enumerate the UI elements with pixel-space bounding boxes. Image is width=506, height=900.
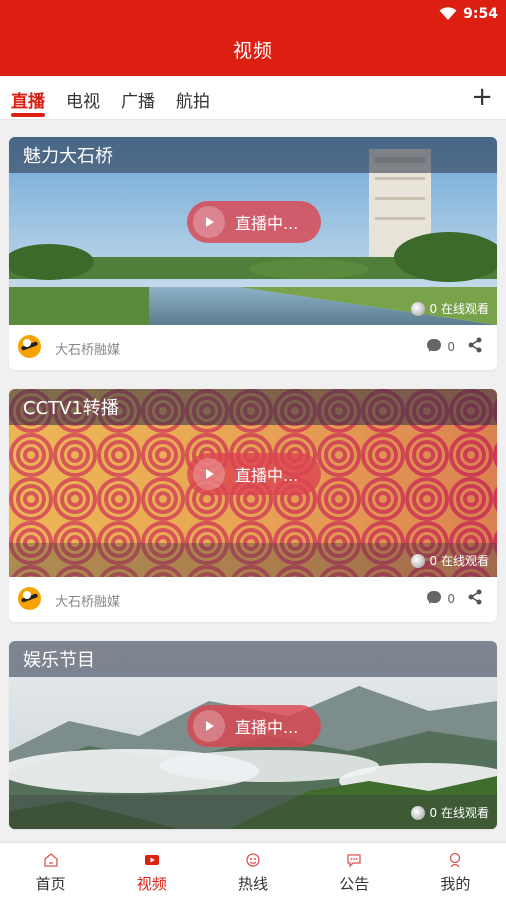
nav-hotline[interactable]: 热线 bbox=[202, 843, 303, 900]
card-footer: 大石桥融媒 0 bbox=[9, 325, 497, 370]
active-tab-indicator bbox=[11, 113, 45, 117]
viewer-count: 0 在线观看 bbox=[410, 804, 489, 821]
card-footer: 大石桥融媒 0 bbox=[9, 577, 497, 622]
viewer-count-text: 0 在线观看 bbox=[429, 806, 489, 820]
status-bar: 9:54 bbox=[439, 5, 498, 23]
category-tabs: 直播 电视 广播 航拍 + bbox=[0, 76, 506, 120]
tab-tv[interactable]: 电视 bbox=[66, 87, 100, 112]
viewers-icon bbox=[410, 301, 425, 316]
play-icon bbox=[193, 206, 225, 238]
viewer-count-text: 0 在线观看 bbox=[429, 554, 489, 568]
profile-icon bbox=[450, 852, 461, 868]
live-status-label: 直播中... bbox=[235, 466, 299, 485]
home-icon bbox=[43, 853, 58, 867]
live-card[interactable]: 娱乐节目 直播中... 0 在线观看 bbox=[9, 641, 497, 829]
notice-icon bbox=[347, 854, 361, 868]
comment-count: 0 bbox=[447, 592, 455, 606]
video-icon bbox=[144, 855, 159, 865]
viewers-icon bbox=[410, 805, 425, 820]
live-card[interactable]: CCTV1转播 直播中... 0 在线观看 大石桥融媒 0 bbox=[9, 389, 497, 622]
live-thumbnail[interactable]: 娱乐节目 直播中... 0 在线观看 bbox=[9, 641, 497, 829]
share-icon[interactable] bbox=[467, 589, 483, 605]
card-title: 魅力大石桥 bbox=[9, 137, 497, 173]
comment-icon[interactable] bbox=[427, 591, 441, 604]
viewer-count-text: 0 在线观看 bbox=[429, 302, 489, 316]
live-play-button[interactable]: 直播中... bbox=[187, 705, 321, 747]
viewer-count: 0 在线观看 bbox=[410, 552, 489, 569]
viewers-icon bbox=[410, 553, 425, 568]
source-logo-icon bbox=[18, 335, 41, 358]
play-icon bbox=[193, 710, 225, 742]
live-thumbnail[interactable]: 魅力大石桥 直播中... 0 在线观看 bbox=[9, 137, 497, 325]
source-name: 大石桥融媒 bbox=[55, 595, 121, 610]
nav-label: 热线 bbox=[238, 875, 269, 893]
comment-count: 0 bbox=[447, 340, 455, 354]
live-play-button[interactable]: 直播中... bbox=[187, 453, 321, 495]
live-thumbnail[interactable]: CCTV1转播 直播中... 0 在线观看 bbox=[9, 389, 497, 577]
viewer-count: 0 在线观看 bbox=[410, 300, 489, 317]
nav-label: 首页 bbox=[35, 875, 66, 893]
nav-notice[interactable]: 公告 bbox=[304, 843, 405, 900]
live-card[interactable]: 魅力大石桥 直播中... 0 在线观看 大石桥融媒 0 bbox=[9, 137, 497, 370]
live-play-button[interactable]: 直播中... bbox=[187, 201, 321, 243]
hotline-icon bbox=[246, 853, 260, 867]
nav-label: 视频 bbox=[136, 875, 167, 893]
share-icon[interactable] bbox=[467, 337, 483, 353]
nav-label: 公告 bbox=[339, 875, 370, 893]
app-header: 9:54 视频 bbox=[0, 0, 506, 76]
status-time: 9:54 bbox=[463, 6, 498, 22]
nav-home[interactable]: 首页 bbox=[0, 843, 101, 900]
tab-radio[interactable]: 广播 bbox=[121, 87, 155, 112]
tab-live[interactable]: 直播 bbox=[11, 87, 45, 112]
source-logo-icon bbox=[18, 587, 41, 610]
comment-icon[interactable] bbox=[427, 339, 441, 352]
tab-aerial[interactable]: 航拍 bbox=[176, 87, 210, 112]
live-status-label: 直播中... bbox=[235, 214, 299, 233]
bottom-nav: 首页 视频 热线 公告 我的 bbox=[0, 842, 506, 900]
nav-profile[interactable]: 我的 bbox=[405, 843, 506, 900]
card-title: CCTV1转播 bbox=[9, 389, 497, 425]
nav-video[interactable]: 视频 bbox=[101, 843, 202, 900]
add-tab-button[interactable]: + bbox=[471, 84, 493, 110]
card-title: 娱乐节目 bbox=[9, 641, 497, 677]
live-status-label: 直播中... bbox=[235, 718, 299, 737]
page-title: 视频 bbox=[232, 40, 273, 62]
play-icon bbox=[193, 458, 225, 490]
nav-label: 我的 bbox=[440, 875, 471, 893]
source-name: 大石桥融媒 bbox=[55, 343, 121, 358]
wifi-icon bbox=[439, 7, 457, 20]
